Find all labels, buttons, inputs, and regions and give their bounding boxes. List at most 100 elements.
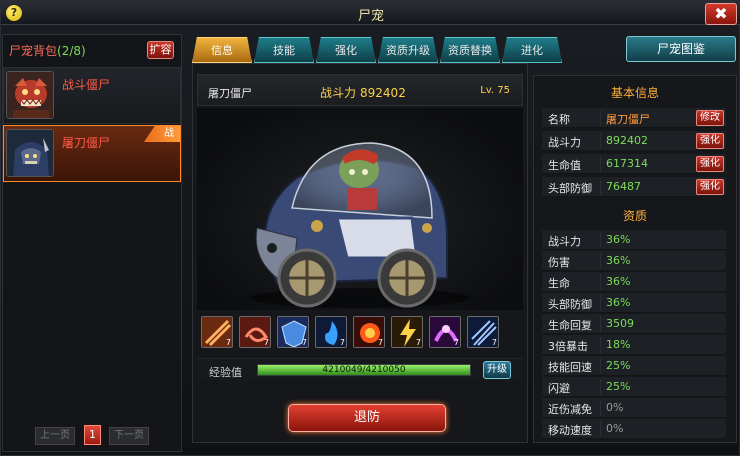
pet-list: 战斗僵尸 屠刀僵尸 战	[3, 67, 181, 183]
stat-key: 生命回复	[548, 319, 592, 332]
aptitude-row: 头部防御 36%	[542, 293, 726, 313]
tab-aptitude-replace[interactable]: 资质替换	[440, 37, 500, 63]
stat-value: 36%	[606, 296, 631, 309]
stat-row-head-defense: 头部防御 76487 强化	[542, 177, 726, 197]
pet-atlas-button[interactable]: 尸宠图鉴	[626, 36, 736, 62]
current-page: 1	[84, 425, 101, 445]
expand-button[interactable]: 扩容	[147, 41, 174, 59]
aptitude-row: 生命回复 3509	[542, 314, 726, 334]
lightning-strike-icon[interactable]: 7	[391, 316, 423, 348]
stat-key: 战斗力	[548, 235, 581, 248]
pet-window: ? 尸宠 ✖ 尸宠背包(2/8) 扩容 战斗僵尸 屠刀僵尸 战 上一页 1 下一…	[0, 0, 740, 456]
window-title: 尸宠	[357, 9, 384, 24]
pet-list-item[interactable]: 屠刀僵尸 战	[3, 125, 181, 182]
enhance-power-button[interactable]: 强化	[696, 133, 724, 149]
pet-bag-panel: 尸宠背包(2/8) 扩容 战斗僵尸 屠刀僵尸 战 上一页 1 下一页	[2, 34, 182, 452]
stat-key: 近伤减免	[548, 403, 592, 416]
skill-level: 7	[377, 338, 383, 347]
stat-value: 3509	[606, 317, 634, 330]
stat-value: 25%	[606, 359, 631, 372]
butcher-zombie-avatar	[6, 129, 54, 177]
stat-key: 技能回速	[548, 361, 592, 374]
combat-power: 战斗力 892402	[320, 84, 406, 101]
stat-value: 76487	[606, 180, 641, 193]
fighter-zombie-avatar	[6, 71, 54, 119]
tab-aptitude-upgrade[interactable]: 资质升级	[378, 37, 438, 63]
aptitude-row: 闪避 25%	[542, 377, 726, 397]
stat-value: 25%	[606, 380, 631, 393]
skill-level: 7	[225, 338, 231, 347]
pet-name: 屠刀僵尸	[62, 136, 111, 150]
stat-key: 生命值	[548, 159, 581, 172]
stat-row-power: 战斗力 892402 强化	[542, 131, 726, 151]
stats-panel: 基本信息 名称 屠刀僵尸 修改 战斗力 892402 强化 生命值 617314…	[533, 75, 737, 443]
enhance-hp-button[interactable]: 强化	[696, 156, 724, 172]
stat-key: 移动速度	[548, 424, 592, 437]
exp-label: 经验值	[209, 366, 242, 379]
next-page-button[interactable]: 下一页	[109, 427, 149, 445]
fire-burst-icon[interactable]: 7	[353, 316, 385, 348]
stat-value: 18%	[606, 338, 631, 351]
frost-claw-icon[interactable]: 7	[467, 316, 499, 348]
stat-key: 伤害	[548, 256, 570, 269]
stat-key: 头部防御	[548, 298, 592, 311]
skill-level: 7	[339, 338, 345, 347]
blade-slash-icon[interactable]: 7	[201, 316, 233, 348]
prev-page-button[interactable]: 上一页	[35, 427, 75, 445]
stat-value: 36%	[606, 254, 631, 267]
rename-button[interactable]: 修改	[696, 110, 724, 126]
aptitude-row: 战斗力 36%	[542, 230, 726, 250]
upgrade-button[interactable]: 升级	[483, 361, 511, 379]
combat-power-label: 战斗力	[320, 86, 357, 100]
combat-power-value: 892402	[360, 86, 406, 100]
stat-value: 屠刀僵尸	[606, 113, 650, 126]
stat-key: 名称	[548, 113, 570, 126]
stat-key: 头部防御	[548, 182, 592, 195]
tab-evolve[interactable]: 进化	[502, 37, 562, 63]
ice-shield-icon[interactable]: 7	[277, 316, 309, 348]
retreat-button[interactable]: 退防	[288, 404, 446, 432]
stat-key: 闪避	[548, 382, 570, 395]
close-button[interactable]: ✖	[705, 3, 737, 25]
stat-row-hp: 生命值 617314 强化	[542, 154, 726, 174]
skill-level: 7	[415, 338, 421, 347]
stat-value: 617314	[606, 157, 648, 170]
skill-bar: 7 7 7 7 7 7 7 7	[201, 316, 511, 350]
bag-title: 尸宠背包(2/8)	[9, 42, 86, 59]
pager: 上一页 1 下一页	[3, 425, 181, 445]
in-battle-badge: 战	[144, 126, 180, 142]
pet-name: 战斗僵尸	[62, 78, 111, 92]
tab-enhance[interactable]: 强化	[316, 37, 376, 63]
bag-count: (2/8)	[57, 44, 86, 58]
tab-skills[interactable]: 技能	[254, 37, 314, 63]
exp-bar: 4210049/4210050	[257, 364, 471, 376]
skill-level: 7	[491, 338, 497, 347]
butcher-zombie-kart-illustration	[250, 142, 470, 308]
enhance-defense-button[interactable]: 强化	[696, 179, 724, 195]
aptitude-row: 移动速度 0%	[542, 419, 726, 439]
bag-title-label: 尸宠背包	[9, 44, 58, 58]
stat-key: 3倍暴击	[548, 340, 588, 353]
tab-bar: 信息 技能 强化 资质升级 资质替换 进化	[192, 37, 572, 63]
skill-level: 7	[453, 338, 459, 347]
pet-detail-panel: 屠刀僵尸 战斗力 892402 Lv. 75 7 7 7 7 7 7 7 7 经…	[192, 63, 528, 443]
aptitude-title: 资质	[622, 209, 647, 223]
stat-key: 战斗力	[548, 136, 581, 149]
exp-value: 4210049/4210050	[322, 365, 406, 375]
blue-flame-icon[interactable]: 7	[315, 316, 347, 348]
pet-list-item[interactable]: 战斗僵尸	[3, 67, 181, 124]
stat-value: 892402	[606, 134, 648, 147]
exp-row: 经验值 4210049/4210050 升级	[197, 358, 523, 380]
whirl-cut-icon[interactable]: 7	[239, 316, 271, 348]
stat-key: 生命	[548, 277, 570, 290]
stat-value: 0%	[606, 422, 624, 435]
tab-info[interactable]: 信息	[192, 37, 252, 63]
basic-info-title: 基本信息	[610, 86, 659, 100]
stat-value: 0%	[606, 401, 624, 414]
aptitude-row: 生命 36%	[542, 272, 726, 292]
aptitude-row: 3倍暴击 18%	[542, 335, 726, 355]
aptitude-row: 近伤减免 0%	[542, 398, 726, 418]
pet-model-view	[197, 108, 523, 310]
purple-spirit-icon[interactable]: 7	[429, 316, 461, 348]
skill-level: 7	[263, 338, 269, 347]
